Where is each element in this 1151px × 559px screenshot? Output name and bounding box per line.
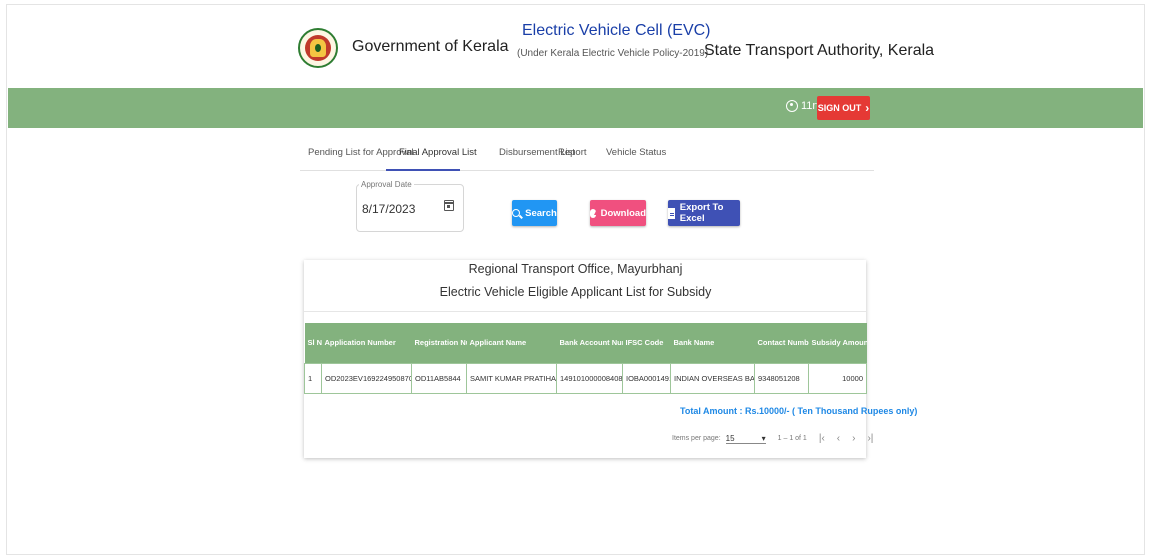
page-size-select[interactable]: 15 ▾ — [725, 433, 766, 444]
first-page-icon[interactable]: |‹ — [819, 433, 825, 444]
next-page-icon[interactable]: › — [852, 433, 855, 444]
download-label: Download — [600, 207, 646, 219]
export-excel-button[interactable]: Export To Excel — [668, 200, 740, 226]
evc-title: Electric Vehicle Cell (EVC) — [522, 22, 711, 39]
active-tab-indicator — [386, 169, 460, 171]
applicant-table: Sl No. Application Number Registration N… — [304, 323, 867, 394]
column-header: Applicant Name — [466, 323, 557, 363]
file-icon — [668, 207, 675, 219]
column-header: Registration Number — [411, 323, 467, 363]
cell-subsidy-amount: 10000 — [808, 362, 867, 394]
page-size-value: 15 — [725, 433, 735, 443]
tab-final-approval-list[interactable]: Final Approval List — [399, 147, 477, 158]
sign-out-label: SIGN OUT — [817, 103, 862, 113]
column-header: IFSC Code — [622, 323, 671, 363]
table-row: 1 OD2023EV1692249508709 OD11AB5844 SAMIT… — [304, 362, 867, 394]
column-header: Bank Name — [670, 323, 755, 363]
approval-date-label: Approval Date — [359, 180, 414, 189]
evc-subtitle: (Under Kerala Electric Vehicle Policy-20… — [517, 48, 709, 59]
tab-vehicle-status[interactable]: Vehicle Status — [606, 147, 666, 158]
report-title: Electric Vehicle Eligible Applicant List… — [439, 285, 712, 299]
column-header: Sl No. — [304, 323, 322, 363]
cell-bank-account-number: 149101000008408 — [556, 362, 623, 394]
sign-out-button[interactable]: SIGN OUT › — [817, 96, 870, 120]
previous-page-icon[interactable]: ‹ — [837, 433, 840, 444]
table-header-row: Sl No. Application Number Registration N… — [304, 323, 867, 363]
cell-application-number: OD2023EV1692249508709 — [321, 362, 412, 394]
items-per-page-label: Items per page: — [672, 435, 721, 442]
cell-contact-number: 9348051208 — [754, 362, 809, 394]
page-range: 1 – 1 of 1 — [777, 435, 807, 442]
column-header: Subsidy Amount — [808, 323, 867, 363]
kerala-emblem-logo — [298, 28, 338, 68]
export-excel-label: Export To Excel — [679, 202, 724, 224]
user-icon — [786, 100, 798, 112]
calendar-icon[interactable] — [444, 200, 454, 211]
column-header: Contact Number — [754, 323, 809, 363]
chevron-right-icon: › — [865, 101, 870, 115]
column-header: Application Number — [321, 323, 412, 363]
tab-report[interactable]: Report — [558, 147, 587, 158]
search-button[interactable]: Search — [512, 200, 557, 226]
tab-pending-list[interactable]: Pending List for Approval — [308, 147, 414, 158]
report-office: Regional Transport Office, Mayurbhanj — [468, 262, 683, 276]
download-button[interactable]: Download — [590, 200, 646, 226]
sta-title: State Transport Authority, Kerala — [704, 42, 935, 59]
cell-applicant-name: SAMIT KUMAR PRATIHARI — [466, 362, 557, 394]
search-icon — [512, 209, 521, 217]
paginator: Items per page: 15 ▾ 1 – 1 of 1 |‹ ‹ › ›… — [672, 433, 873, 444]
approval-date-value[interactable]: 8/17/2023 — [362, 202, 415, 216]
gov-title: Government of Kerala — [352, 38, 509, 55]
cell-registration-number: OD11AB5844 — [411, 362, 467, 394]
cell-sl-no: 1 — [304, 362, 322, 394]
top-nav-bar — [8, 88, 1143, 128]
last-page-icon[interactable]: ›| — [867, 433, 873, 444]
cell-bank-name: INDIAN OVERSEAS BANK — [670, 362, 755, 394]
divider — [304, 311, 866, 312]
column-header: Bank Account Number — [556, 323, 623, 363]
chevron-down-icon: ▾ — [761, 433, 766, 443]
total-amount: Total Amount : Rs.10000/- ( Ten Thousand… — [680, 406, 918, 416]
cell-ifsc-code: IOBA0001491 — [622, 362, 671, 394]
tab-bar: Pending List for Approval Final Approval… — [300, 138, 874, 171]
search-label: Search — [525, 207, 557, 219]
cloud-upload-icon — [590, 208, 598, 218]
